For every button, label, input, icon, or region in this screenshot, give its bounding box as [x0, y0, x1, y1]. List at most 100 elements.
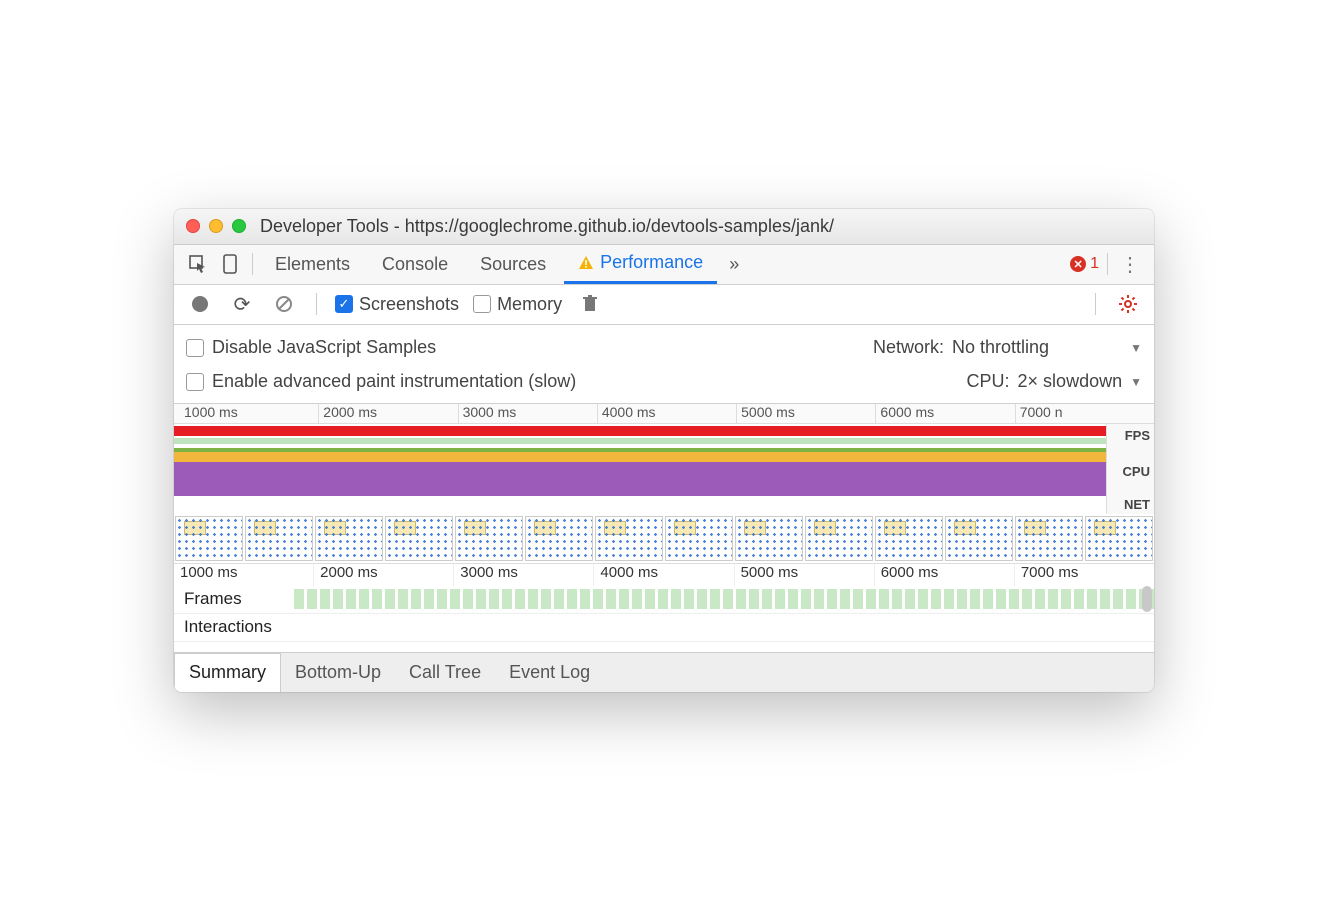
- screenshot-thumb[interactable]: [315, 516, 383, 561]
- enable-paint-checkbox[interactable]: Enable advanced paint instrumentation (s…: [186, 371, 576, 392]
- panel-tabs: Elements Console Sources Performance » ✕…: [174, 245, 1154, 285]
- screenshot-thumb[interactable]: [875, 516, 943, 561]
- devtools-window: Developer Tools - https://googlechrome.g…: [174, 209, 1154, 692]
- error-badge[interactable]: ✕ 1: [1070, 255, 1099, 273]
- close-icon[interactable]: [186, 219, 200, 233]
- tracks-ruler: 1000 ms 2000 ms 3000 ms 4000 ms 5000 ms …: [174, 564, 1154, 586]
- scrollbar-thumb[interactable]: [1142, 586, 1152, 612]
- screenshot-thumb[interactable]: [175, 516, 243, 561]
- memory-label: Memory: [497, 294, 562, 315]
- tab-performance-label: Performance: [600, 252, 703, 273]
- tick: 3000 ms: [458, 404, 597, 423]
- frames-track[interactable]: Frames: [174, 586, 1154, 614]
- tick: 7000 ms: [1014, 564, 1154, 586]
- screenshot-thumb[interactable]: [665, 516, 733, 561]
- fps-label: FPS: [1106, 424, 1154, 448]
- cpu-value: 2× slowdown: [1018, 371, 1123, 392]
- tick: 3000 ms: [453, 564, 593, 586]
- checkbox-empty-icon: [186, 339, 204, 357]
- tab-call-tree[interactable]: Call Tree: [395, 653, 495, 692]
- window-title: Developer Tools - https://googlechrome.g…: [260, 216, 834, 237]
- divider: [1107, 253, 1108, 275]
- kebab-menu-icon[interactable]: ⋮: [1116, 250, 1144, 278]
- tab-event-log[interactable]: Event Log: [495, 653, 604, 692]
- network-dropdown[interactable]: No throttling ▼: [952, 337, 1142, 358]
- checkbox-empty-icon: [473, 295, 491, 313]
- tick: 7000 n: [1015, 404, 1154, 423]
- trash-icon[interactable]: [576, 290, 604, 318]
- screenshot-thumb[interactable]: [1085, 516, 1153, 561]
- tab-performance[interactable]: Performance: [564, 244, 717, 284]
- tick: 2000 ms: [318, 404, 457, 423]
- tab-console[interactable]: Console: [368, 244, 462, 284]
- screenshot-thumb[interactable]: [525, 516, 593, 561]
- perf-options: Disable JavaScript Samples Network: No t…: [174, 325, 1154, 404]
- divider: [316, 293, 317, 315]
- window-controls: [186, 219, 246, 233]
- frames-strip[interactable]: [294, 589, 1154, 609]
- tick: 5000 ms: [734, 564, 874, 586]
- inspect-icon[interactable]: [184, 250, 212, 278]
- screenshot-strip: [174, 514, 1154, 564]
- clear-icon[interactable]: [270, 290, 298, 318]
- cpu-label: CPU:: [967, 371, 1010, 392]
- titlebar: Developer Tools - https://googlechrome.g…: [174, 209, 1154, 245]
- overview-pane[interactable]: 1000 ms 2000 ms 3000 ms 4000 ms 5000 ms …: [174, 404, 1154, 564]
- screenshots-label: Screenshots: [359, 294, 459, 315]
- tick: 4000 ms: [593, 564, 733, 586]
- screenshot-thumb[interactable]: [385, 516, 453, 561]
- tick: 5000 ms: [736, 404, 875, 423]
- screenshot-thumb[interactable]: [735, 516, 803, 561]
- settings-gear-icon[interactable]: [1114, 290, 1142, 318]
- detail-tabs: Summary Bottom-Up Call Tree Event Log: [174, 652, 1154, 692]
- screenshot-thumb[interactable]: [805, 516, 873, 561]
- tick: 6000 ms: [875, 404, 1014, 423]
- screenshot-thumb[interactable]: [245, 516, 313, 561]
- enable-paint-label: Enable advanced paint instrumentation (s…: [212, 371, 576, 392]
- checkbox-empty-icon: [186, 373, 204, 391]
- interactions-label: Interactions: [174, 617, 294, 637]
- tick: 4000 ms: [597, 404, 736, 423]
- net-label: NET: [1106, 496, 1154, 514]
- interactions-track[interactable]: Interactions: [174, 614, 1154, 642]
- screenshot-thumb[interactable]: [455, 516, 523, 561]
- screenshot-thumb[interactable]: [595, 516, 663, 561]
- tab-bottom-up[interactable]: Bottom-Up: [281, 653, 395, 692]
- perf-toolbar: ⟳ ✓ Screenshots Memory: [174, 285, 1154, 325]
- frames-label: Frames: [174, 589, 294, 609]
- disable-js-label: Disable JavaScript Samples: [212, 337, 436, 358]
- reload-icon[interactable]: ⟳: [228, 290, 256, 318]
- chevron-down-icon: ▼: [1130, 375, 1142, 389]
- tabs-more[interactable]: »: [721, 244, 747, 284]
- zoom-icon[interactable]: [232, 219, 246, 233]
- memory-checkbox[interactable]: Memory: [473, 294, 562, 315]
- cpu-dropdown[interactable]: 2× slowdown ▼: [1018, 371, 1142, 392]
- error-icon: ✕: [1070, 256, 1086, 272]
- screenshots-checkbox[interactable]: ✓ Screenshots: [335, 294, 459, 315]
- tab-summary[interactable]: Summary: [174, 653, 281, 692]
- tick: 6000 ms: [874, 564, 1014, 586]
- disable-js-samples-checkbox[interactable]: Disable JavaScript Samples: [186, 337, 436, 358]
- warning-icon: [578, 255, 594, 271]
- device-icon[interactable]: [216, 250, 244, 278]
- tab-elements[interactable]: Elements: [261, 244, 364, 284]
- chevron-down-icon: ▼: [1130, 341, 1142, 355]
- tab-sources[interactable]: Sources: [466, 244, 560, 284]
- error-count: 1: [1090, 255, 1099, 273]
- tick: 2000 ms: [313, 564, 453, 586]
- overview-ruler: 1000 ms 2000 ms 3000 ms 4000 ms 5000 ms …: [174, 404, 1154, 424]
- network-value: No throttling: [952, 337, 1049, 358]
- tracks-pane[interactable]: 1000 ms 2000 ms 3000 ms 4000 ms 5000 ms …: [174, 564, 1154, 652]
- tick: 1000 ms: [174, 564, 313, 586]
- record-button[interactable]: [186, 290, 214, 318]
- net-lane: NET: [174, 496, 1154, 514]
- screenshot-thumb[interactable]: [1015, 516, 1083, 561]
- minimize-icon[interactable]: [209, 219, 223, 233]
- divider: [1095, 293, 1096, 315]
- tick: 1000 ms: [180, 404, 318, 423]
- checkbox-checked-icon: ✓: [335, 295, 353, 313]
- cpu-lane: CPU: [174, 448, 1154, 496]
- fps-lane: FPS: [174, 424, 1154, 448]
- screenshot-thumb[interactable]: [945, 516, 1013, 561]
- network-label: Network:: [873, 337, 944, 358]
